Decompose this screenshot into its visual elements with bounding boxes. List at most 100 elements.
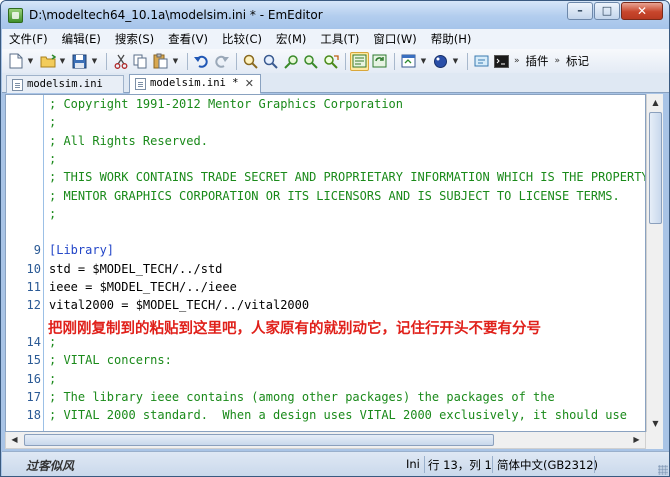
horizontal-scrollbar[interactable]: ◀ ▶: [5, 432, 646, 449]
search-next-button[interactable]: [261, 52, 280, 71]
close-button[interactable]: ✕: [621, 2, 663, 20]
menu-window[interactable]: 窗口(W): [366, 29, 423, 49]
editor-line[interactable]: ;: [6, 205, 645, 223]
editor-line[interactable]: 15 ; VITAL concerns:: [6, 351, 645, 369]
window-layout-icon: [401, 54, 416, 68]
tab-close-icon[interactable]: ✕: [245, 75, 254, 92]
cut-button[interactable]: [111, 52, 130, 71]
status-file-mode[interactable]: Ini: [406, 457, 420, 471]
refresh-button[interactable]: [370, 52, 389, 71]
status-cursor-position[interactable]: 行 13，列 1: [428, 457, 492, 473]
line-number: 15: [26, 353, 41, 368]
resize-grip-icon[interactable]: [658, 465, 668, 475]
editor-line[interactable]: 11 ieee = $MODEL_TECH/../ieee: [6, 278, 645, 296]
redo-button[interactable]: [212, 52, 231, 71]
copy-button[interactable]: [131, 52, 150, 71]
window-title: D:\modeltech64_10.1a\modelsim.ini * - Em…: [29, 8, 323, 22]
find-previous-icon: [283, 54, 298, 69]
find-next-icon: [263, 54, 278, 69]
copy-icon: [133, 54, 147, 68]
new-file-dropdown[interactable]: ▼: [26, 57, 35, 65]
open-file-button[interactable]: [38, 52, 57, 71]
paste-button[interactable]: [151, 52, 170, 71]
editor-line[interactable]: ; All Rights Reserved.: [6, 132, 645, 150]
editor-line[interactable]: ; MENTOR GRAPHICS CORPORATION OR ITS LIC…: [6, 187, 645, 205]
menu-search[interactable]: 搜索(S): [108, 29, 161, 49]
toolbar-overflow-chevron[interactable]: »: [512, 56, 522, 66]
search-button[interactable]: [241, 52, 260, 71]
scroll-down-arrow-icon[interactable]: ▼: [647, 415, 664, 432]
editor-line[interactable]: ;: [6, 150, 645, 168]
menu-tools[interactable]: 工具(T): [313, 29, 366, 49]
editor-line[interactable]: ;: [6, 113, 645, 131]
editor-line[interactable]: 9 [Library]: [6, 241, 645, 259]
status-encoding[interactable]: 简体中文(GB2312): [497, 457, 598, 473]
command-prompt-button[interactable]: [492, 52, 511, 71]
status-divider: [594, 456, 595, 473]
menu-bar: 文件(F) 编辑(E) 搜索(S) 查看(V) 比较(C) 宏(M) 工具(T)…: [2, 29, 669, 49]
paste-icon: [153, 53, 168, 69]
editor-line[interactable]: 17 ; The library ieee contains (among oth…: [6, 388, 645, 406]
save-button[interactable]: [70, 52, 89, 71]
menu-help[interactable]: 帮助(H): [424, 29, 479, 49]
paste-dropdown[interactable]: ▼: [171, 57, 180, 65]
status-watermark-text: 过客似风: [26, 459, 75, 473]
markers-toolbar-label[interactable]: 标记: [562, 53, 593, 69]
emeditor-app-icon[interactable]: [8, 8, 23, 23]
menu-edit[interactable]: 编辑(E): [55, 29, 108, 49]
line-number: 11: [26, 280, 41, 294]
window-layout-button[interactable]: [399, 52, 418, 71]
minimize-button[interactable]: –: [567, 2, 593, 20]
line-number: 12: [26, 298, 41, 313]
horizontal-scroll-thumb[interactable]: [24, 434, 494, 446]
scroll-right-arrow-icon[interactable]: ▶: [628, 432, 645, 448]
plugins-toolbar-label[interactable]: 插件: [522, 53, 553, 69]
editor-line[interactable]: 16;: [6, 370, 645, 388]
open-file-dropdown[interactable]: ▼: [58, 57, 67, 65]
undo-button[interactable]: [192, 52, 211, 71]
document-icon: [12, 79, 23, 91]
vertical-scroll-thumb[interactable]: [649, 112, 662, 224]
find-previous-button[interactable]: [281, 52, 300, 71]
title-bar[interactable]: D:\modeltech64_10.1a\modelsim.ini * - Em…: [1, 1, 669, 29]
editor-line[interactable]: ; Copyright 1991-2012 Mentor Graphics Co…: [6, 95, 645, 113]
editor-line[interactable]: 10 std = $MODEL_TECH/../std: [6, 260, 645, 278]
scroll-up-arrow-icon[interactable]: ▲: [647, 94, 664, 111]
menu-compare[interactable]: 比较(C): [215, 29, 269, 49]
color-button[interactable]: [431, 52, 450, 71]
menu-macros[interactable]: 宏(M): [269, 29, 313, 49]
line-number: 16: [26, 371, 41, 386]
code-text: ;: [49, 206, 57, 221]
plugins-overflow-chevron[interactable]: »: [553, 56, 563, 66]
tab-modelsim-ini-modified[interactable]: modelsim.ini * ✕: [129, 74, 261, 94]
editor-line[interactable]: ; THIS WORK CONTAINS TRADE SECRET AND PR…: [6, 168, 645, 186]
editor-line[interactable]: 12 vital2000 = $MODEL_TECH/../vital2000: [6, 296, 645, 314]
editor-line[interactable]: [6, 223, 645, 241]
toolbar-separator: [187, 52, 188, 70]
color-dropdown[interactable]: ▼: [451, 57, 460, 65]
editor-line[interactable]: 18 ; VITAL 2000 standard. When a design u…: [6, 406, 645, 424]
external-tool-button[interactable]: [472, 52, 491, 71]
save-dropdown[interactable]: ▼: [90, 57, 99, 65]
tab-modelsim-ini[interactable]: modelsim.ini: [6, 75, 124, 93]
save-icon: [72, 54, 87, 68]
word-wrap-toggle[interactable]: [350, 51, 369, 71]
toolbar-separator: [394, 52, 395, 70]
menu-view[interactable]: 查看(V): [161, 29, 215, 49]
close-icon: ✕: [636, 4, 648, 18]
cut-icon: [114, 54, 127, 69]
color-palette-icon: [434, 54, 447, 68]
window-layout-dropdown[interactable]: ▼: [419, 57, 428, 65]
replace-button[interactable]: [321, 52, 340, 71]
menu-file[interactable]: 文件(F): [2, 29, 55, 49]
maximize-button[interactable]: □: [594, 2, 620, 20]
find-forward-button[interactable]: [301, 52, 320, 71]
new-file-button[interactable]: [6, 52, 25, 71]
toolbar-separator: [345, 52, 346, 70]
code-text: vital2000 = $MODEL_TECH/../vital2000: [49, 298, 310, 313]
text-editor[interactable]: ; Copyright 1991-2012 Mentor Graphics Co…: [5, 94, 646, 432]
scroll-left-arrow-icon[interactable]: ◀: [6, 432, 23, 448]
open-folder-icon: [40, 54, 56, 68]
line-number: 14: [26, 334, 41, 349]
vertical-scrollbar[interactable]: ▲ ▼: [646, 94, 663, 432]
